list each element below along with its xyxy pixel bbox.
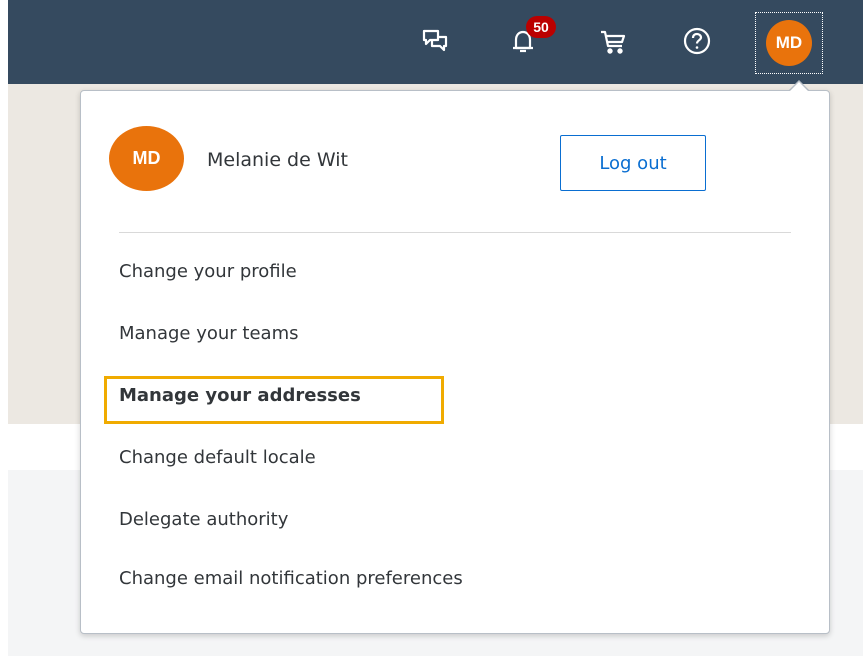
help-button[interactable] — [676, 20, 718, 62]
user-menu-popover: MD Melanie de Wit Log out Change your pr… — [80, 90, 830, 634]
cart-button[interactable] — [592, 20, 634, 62]
popover-caret-inner — [789, 82, 809, 92]
avatar: MD — [766, 20, 812, 66]
chat-icon — [422, 29, 448, 52]
user-avatar: MD — [109, 126, 184, 191]
notifications-button[interactable]: 50 — [502, 16, 556, 62]
menu-item-email-notifications[interactable]: Change email notification preferences — [119, 568, 463, 589]
menu-item-delegate-authority[interactable]: Delegate authority — [119, 509, 288, 530]
user-menu-button[interactable]: MD — [755, 12, 823, 74]
help-icon — [683, 27, 711, 55]
user-name: Melanie de Wit — [207, 149, 348, 171]
menu-item-change-profile[interactable]: Change your profile — [119, 261, 297, 282]
cart-icon — [601, 30, 626, 54]
logout-button[interactable]: Log out — [560, 135, 706, 191]
shell-header: 50 — [8, 0, 863, 84]
divider — [119, 232, 791, 233]
notification-badge: 50 — [526, 16, 556, 38]
menu-item-change-locale[interactable]: Change default locale — [119, 447, 316, 468]
menu-item-manage-addresses[interactable]: Manage your addresses — [119, 385, 361, 406]
menu-item-manage-teams[interactable]: Manage your teams — [119, 323, 299, 344]
chat-button[interactable] — [414, 20, 456, 62]
